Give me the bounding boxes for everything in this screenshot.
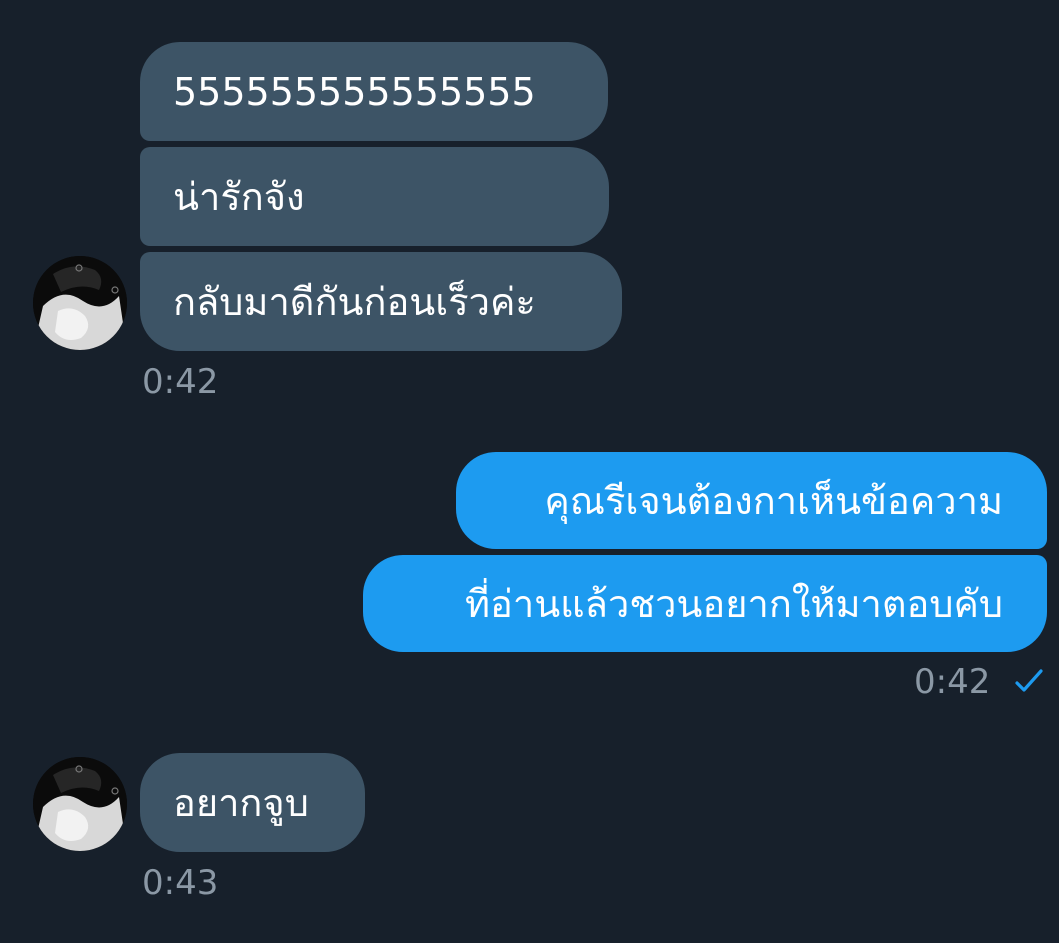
message-text: 555555555555555 xyxy=(173,69,536,114)
avatar-image xyxy=(33,757,127,851)
avatar-image xyxy=(33,256,127,350)
message-text: อยากจูบ xyxy=(173,780,309,825)
message-text: กลับมาดีกันก่อนเร็วค่ะ xyxy=(173,279,536,324)
avatar[interactable] xyxy=(33,256,127,350)
message-bubble-incoming[interactable]: 555555555555555 xyxy=(140,42,608,141)
message-text: คุณรีเจนต้องกาเห็นข้อความ xyxy=(544,478,1003,523)
check-icon xyxy=(1014,668,1044,698)
message-text: ที่อ่านแล้วชวนอยากให้มาตอบคับ xyxy=(465,581,1003,626)
message-text: น่ารักจัง xyxy=(173,174,305,219)
timestamp: 0:42 xyxy=(914,662,991,702)
message-bubble-incoming[interactable]: อยากจูบ xyxy=(140,753,365,852)
message-bubble-outgoing[interactable]: ที่อ่านแล้วชวนอยากให้มาตอบคับ xyxy=(363,555,1047,652)
message-bubble-outgoing[interactable]: คุณรีเจนต้องกาเห็นข้อความ xyxy=(456,452,1047,549)
timestamp: 0:43 xyxy=(142,863,219,903)
avatar[interactable] xyxy=(33,757,127,851)
message-bubble-incoming[interactable]: กลับมาดีกันก่อนเร็วค่ะ xyxy=(140,252,622,351)
timestamp: 0:42 xyxy=(142,362,219,402)
message-bubble-incoming[interactable]: น่ารักจัง xyxy=(140,147,609,246)
